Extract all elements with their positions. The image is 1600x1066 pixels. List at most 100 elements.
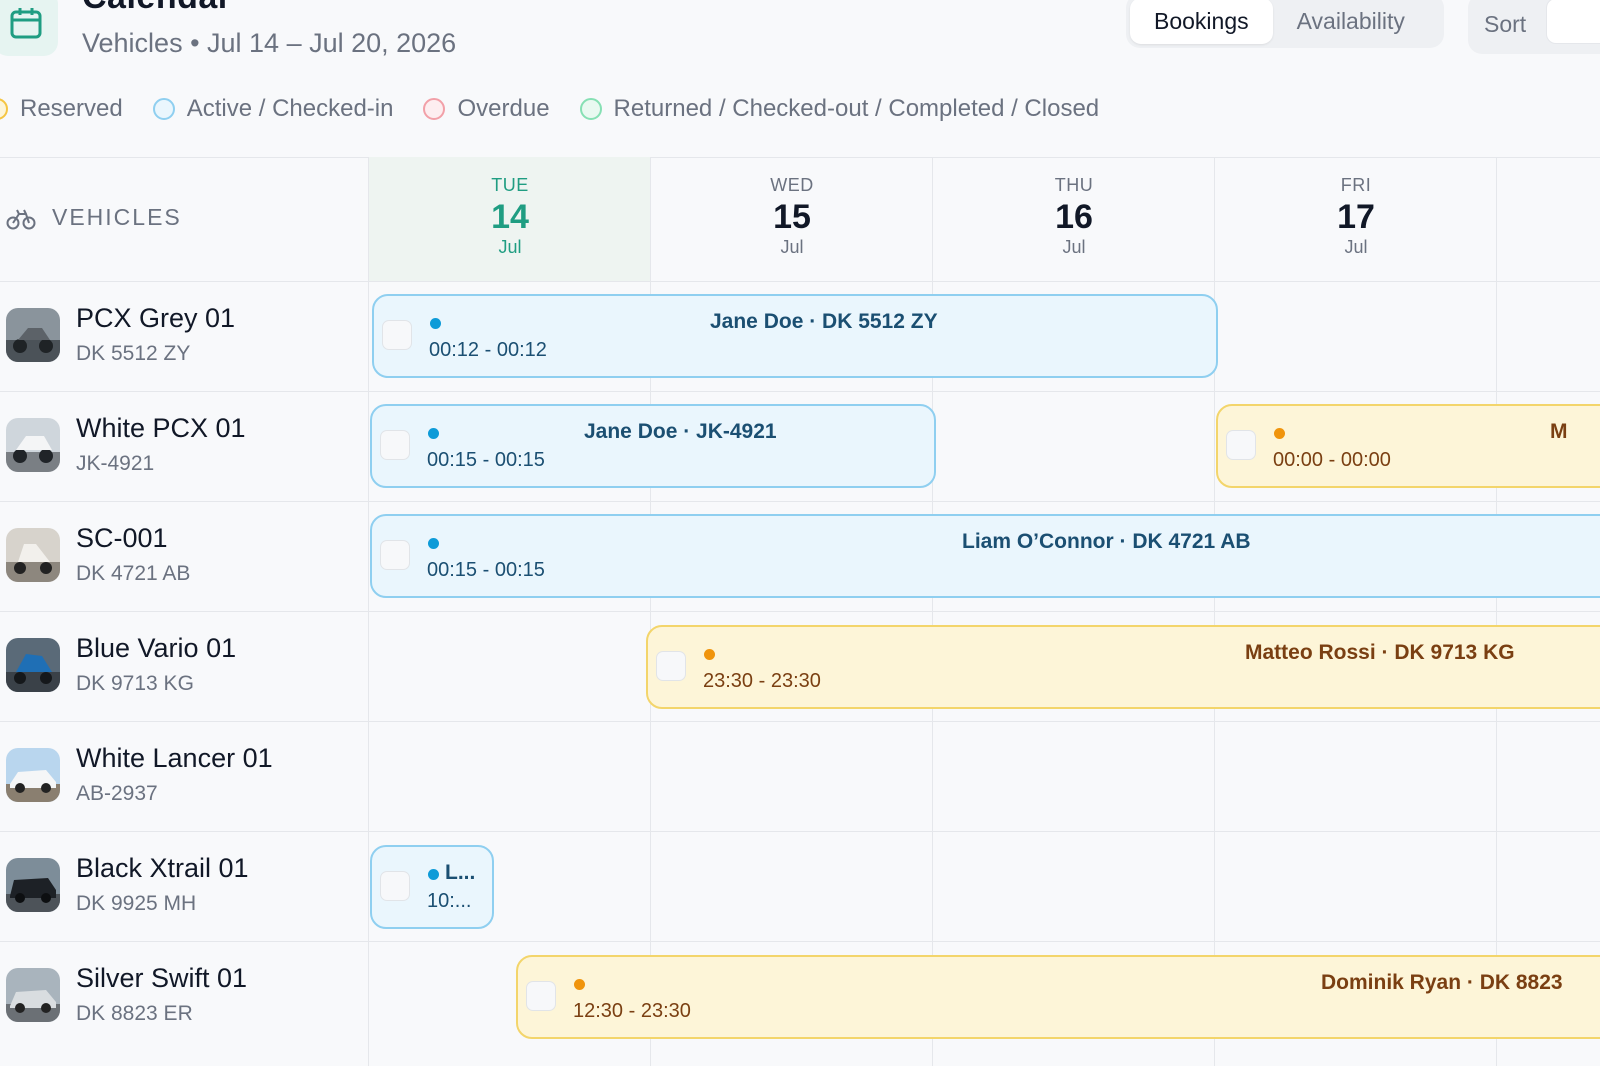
booking-card[interactable]: Jane Doe · DK 5512 ZY 00:12 - 00:12: [372, 294, 1218, 378]
booking-time: 00:12 - 00:12: [429, 339, 547, 361]
booking-checkbox[interactable]: [1226, 430, 1256, 460]
day-of-week: WED: [770, 175, 814, 195]
vehicle-row[interactable]: White PCX 01 JK-4921: [0, 391, 368, 501]
grid-divider: [0, 157, 1600, 158]
day-month: Jul: [1062, 237, 1086, 257]
returned-dot-icon: [579, 98, 602, 120]
booking-title: Jane Doe · DK 5512 ZY: [710, 310, 938, 333]
booking-card[interactable]: L... 10:...: [370, 845, 494, 929]
day-month: Jul: [780, 237, 804, 257]
vehicle-thumbnail: [6, 858, 60, 912]
booking-checkbox[interactable]: [380, 430, 410, 460]
booking-card[interactable]: M 00:00 - 00:00: [1216, 404, 1600, 488]
booking-title: Liam O’Connor · DK 4721 AB: [962, 530, 1251, 553]
day-of-week: THU: [1054, 175, 1094, 195]
page-title: Calendar: [82, 0, 232, 17]
day-number: 16: [1055, 198, 1093, 236]
calendar-grid: VEHICLES TUE 14 Jul WED 15 Jul THU 16 Ju…: [0, 157, 1600, 1066]
booking-title: M: [1550, 420, 1568, 443]
day-header-wed[interactable]: WED 15 Jul: [651, 175, 933, 258]
tab-bookings[interactable]: Bookings: [1130, 0, 1273, 44]
vehicle-plate: AB-2937: [76, 782, 158, 805]
booking-card[interactable]: Dominik Ryan · DK 8823 12:30 - 23:30: [516, 955, 1600, 1039]
legend-label: Returned / Checked-out / Completed / Clo…: [613, 95, 1100, 122]
booking-title: L...: [445, 861, 476, 884]
vehicle-name: White PCX 01: [76, 413, 246, 443]
vehicle-name: PCX Grey 01: [76, 303, 236, 333]
legend-item-reserved: Reserved: [0, 95, 123, 123]
day-header-tue[interactable]: TUE 14 Jul: [369, 175, 651, 258]
legend-label: Active / Checked-in: [186, 95, 394, 122]
day-month: Jul: [498, 237, 522, 257]
booking-title: Matteo Rossi · DK 9713 KG: [1245, 641, 1515, 664]
status-dot-icon: [704, 649, 715, 660]
booking-title: Dominik Ryan · DK 8823: [1321, 971, 1563, 994]
status-dot-icon: [1274, 428, 1285, 439]
booking-checkbox[interactable]: [380, 540, 410, 570]
day-number: 17: [1337, 198, 1375, 236]
vehicle-row[interactable]: Black Xtrail 01 DK 9925 MH: [0, 831, 368, 941]
vehicle-name: SC-001: [76, 523, 168, 553]
vehicle-thumbnail: [6, 638, 60, 692]
vehicle-thumbnail: [6, 968, 60, 1022]
bike-icon: [6, 209, 36, 229]
booking-checkbox[interactable]: [526, 981, 556, 1011]
status-dot-icon: [430, 318, 441, 329]
day-number: 15: [773, 198, 811, 236]
vehicle-plate: DK 4721 AB: [76, 562, 191, 585]
status-dot-icon: [428, 428, 439, 439]
vehicle-name: Blue Vario 01: [76, 633, 237, 663]
active-dot-icon: [152, 98, 175, 120]
status-dot-icon: [428, 869, 439, 880]
booking-title: Jane Doe · JK-4921: [584, 420, 777, 443]
vehicle-row[interactable]: Blue Vario 01 DK 9713 KG: [0, 611, 368, 721]
booking-card[interactable]: Matteo Rossi · DK 9713 KG 23:30 - 23:30: [646, 625, 1600, 709]
legend-item-overdue: Overdue: [423, 95, 550, 123]
sort-select[interactable]: [1546, 0, 1600, 44]
legend-item-active: Active / Checked-in: [152, 95, 394, 123]
vehicles-heading: VEHICLES: [52, 204, 182, 230]
vehicle-plate: DK 8823 ER: [76, 1002, 193, 1025]
legend-label: Overdue: [457, 95, 550, 122]
vehicle-row[interactable]: White Lancer 01 AB-2937: [0, 721, 368, 831]
legend-label: Reserved: [20, 95, 123, 122]
booking-time: 00:15 - 00:15: [427, 559, 545, 581]
day-number: 14: [491, 198, 529, 236]
sort-button[interactable]: Sort: [1468, 0, 1600, 54]
day-header-thu[interactable]: THU 16 Jul: [933, 175, 1215, 258]
booking-checkbox[interactable]: [656, 651, 686, 681]
booking-card[interactable]: Jane Doe · JK-4921 00:15 - 00:15: [370, 404, 936, 488]
vehicle-plate: DK 9925 MH: [76, 892, 197, 915]
booking-checkbox[interactable]: [380, 871, 410, 901]
booking-card[interactable]: Liam O’Connor · DK 4721 AB 00:15 - 00:15: [370, 514, 1600, 598]
page-subtitle: Vehicles • Jul 14 – Jul 20, 2026: [82, 28, 457, 58]
vehicle-name: Silver Swift 01: [76, 963, 248, 993]
vehicle-thumbnail: [6, 748, 60, 802]
calendar-icon: [0, 0, 58, 56]
vehicle-name: White Lancer 01: [76, 743, 273, 773]
status-legend: Reserved Active / Checked-in Overdue Ret…: [0, 94, 1129, 124]
sort-label: Sort: [1484, 10, 1527, 37]
day-header-fri[interactable]: FRI 17 Jul: [1215, 175, 1497, 258]
vehicle-row[interactable]: PCX Grey 01 DK 5512 ZY: [0, 281, 368, 391]
vehicle-thumbnail: [6, 418, 60, 472]
booking-time: 00:15 - 00:15: [427, 449, 545, 471]
booking-time: 12:30 - 23:30: [573, 1000, 691, 1022]
legend-item-returned: Returned / Checked-out / Completed / Clo…: [579, 95, 1100, 123]
booking-checkbox[interactable]: [382, 320, 412, 350]
page-header: Calendar Vehicles • Jul 14 – Jul 20, 202…: [0, 0, 1600, 157]
vehicle-plate: DK 9713 KG: [76, 672, 194, 695]
overdue-dot-icon: [423, 98, 446, 120]
vehicle-thumbnail: [6, 528, 60, 582]
day-month: Jul: [1344, 237, 1368, 257]
vehicle-row[interactable]: SC-001 DK 4721 AB: [0, 501, 368, 611]
day-of-week: TUE: [491, 175, 529, 195]
vehicle-row[interactable]: Silver Swift 01 DK 8823 ER: [0, 941, 368, 1051]
tab-availability[interactable]: Availability: [1273, 0, 1429, 44]
vehicle-plate: JK-4921: [76, 452, 155, 475]
booking-time: 00:00 - 00:00: [1273, 449, 1391, 471]
booking-time: 10:...: [427, 890, 472, 912]
vehicle-name: Black Xtrail 01: [76, 853, 249, 883]
status-dot-icon: [574, 979, 585, 990]
day-of-week: FRI: [1340, 175, 1372, 195]
